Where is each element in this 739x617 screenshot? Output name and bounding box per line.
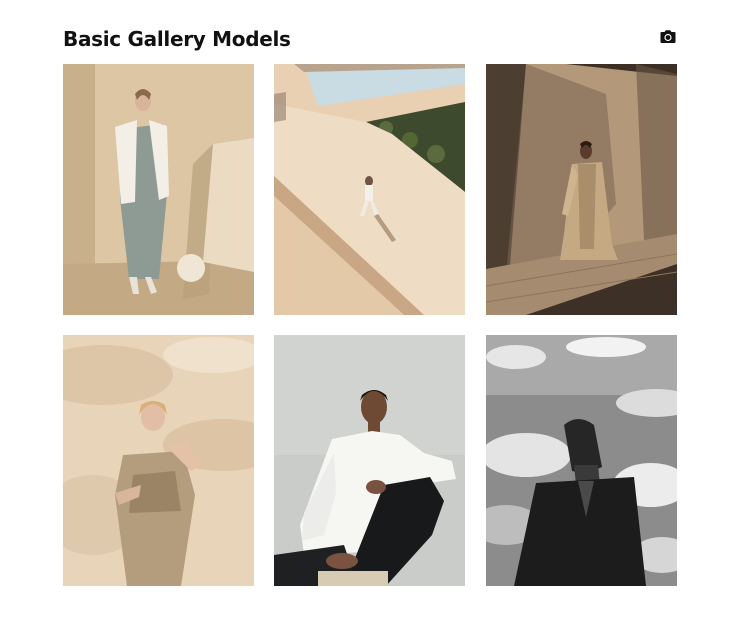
gallery-header: Basic Gallery Models (63, 24, 677, 54)
camera-icon[interactable] (659, 28, 677, 46)
photo-beige-outfit[interactable] (63, 335, 254, 586)
photo-white-shirt-seated[interactable] (274, 335, 465, 586)
photo-rooftop-walker[interactable] (274, 64, 465, 315)
photo-model-grey-dress[interactable] (63, 64, 254, 315)
photo-sky-black-shirt[interactable] (486, 335, 677, 586)
photo-trench-coat-wall[interactable] (486, 64, 677, 315)
page-title: Basic Gallery Models (63, 27, 291, 51)
